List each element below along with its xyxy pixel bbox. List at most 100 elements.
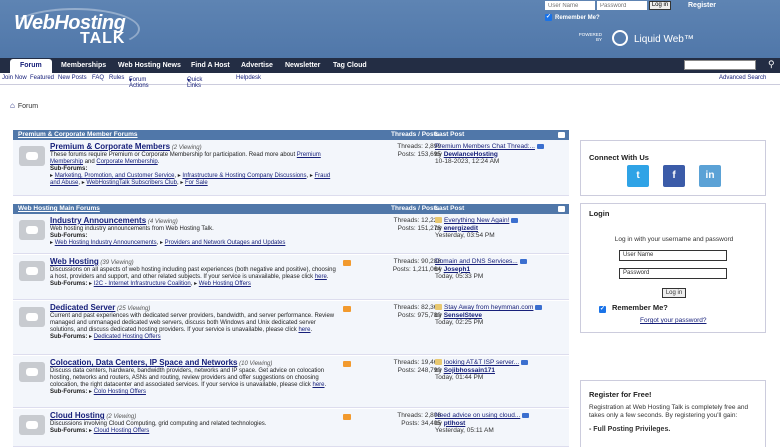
last-post-title[interactable]: Need advice on using cloud...: [435, 412, 520, 419]
go-to-post-icon[interactable]: [522, 412, 530, 418]
forum-row: Premium & Corporate Members (2 Viewing) …: [13, 140, 569, 196]
subnav-rules[interactable]: Rules: [109, 75, 124, 81]
rss-icon[interactable]: [343, 361, 351, 367]
sidebar-remember-me[interactable]: ✓ Remember Me?: [599, 303, 668, 313]
facebook-icon[interactable]: f: [663, 165, 685, 187]
header-remember-me[interactable]: ✓ Remember Me?: [545, 14, 600, 21]
sidebar-password-input[interactable]: Password: [619, 268, 727, 279]
checkbox-checked-icon[interactable]: ✓: [599, 306, 606, 313]
nav-search-input[interactable]: [684, 60, 756, 70]
thread-count: Threads: 90,288: [393, 258, 441, 265]
advanced-search-link[interactable]: Advanced Search: [719, 75, 766, 81]
sidebar-login-button[interactable]: Log in: [662, 288, 686, 298]
thread-emoji-icon: [435, 304, 442, 311]
twitter-icon[interactable]: t: [627, 165, 649, 187]
breadcrumb-forum[interactable]: Forum: [18, 103, 38, 110]
subforum-link[interactable]: For Sale: [185, 180, 208, 186]
logo-text-bottom: TALK: [80, 30, 126, 47]
forum-name[interactable]: Web Hosting: [50, 257, 99, 266]
nav-web-hosting-news[interactable]: Web Hosting News: [118, 58, 181, 73]
go-to-post-icon[interactable]: [536, 143, 544, 149]
last-post-user[interactable]: DewlanceHosting: [444, 151, 498, 158]
header-username-input[interactable]: [545, 1, 595, 10]
go-to-post-icon[interactable]: [511, 217, 519, 223]
last-post-user[interactable]: energizedit: [444, 225, 478, 232]
last-post-title[interactable]: Stay Away from heymman.com: [444, 304, 533, 311]
header-password-input[interactable]: [597, 1, 647, 10]
last-post-by: by: [435, 224, 442, 232]
go-to-post-icon[interactable]: [535, 304, 543, 310]
header-login-button[interactable]: Log in: [649, 1, 671, 10]
subnav-faq[interactable]: FAQ: [92, 75, 104, 81]
chevron-down-icon: ▾: [187, 78, 191, 84]
last-post-title[interactable]: looking AT&T ISP server...: [444, 359, 519, 366]
go-to-post-icon[interactable]: [521, 359, 529, 365]
register-link[interactable]: Register: [688, 2, 716, 9]
linkedin-icon[interactable]: in: [699, 165, 721, 187]
nav-newsletter[interactable]: Newsletter: [285, 58, 320, 73]
here-link[interactable]: here: [315, 274, 327, 280]
sidebar-username-input[interactable]: User Name: [619, 250, 727, 261]
last-post-title[interactable]: Premium Members Chat Thread:...: [435, 143, 535, 150]
collapse-icon[interactable]: [558, 132, 565, 138]
forum-stats: Threads: 90,288 Posts: 1,211,064: [353, 258, 441, 273]
subforum-link[interactable]: Cloud Hosting Offers: [94, 428, 150, 434]
here-link[interactable]: here: [312, 382, 324, 388]
home-icon[interactable]: ⌂: [10, 101, 15, 110]
go-to-post-icon[interactable]: [519, 258, 527, 264]
last-post-user[interactable]: Joseph1: [444, 266, 470, 273]
forum-name[interactable]: Industry Announcements: [50, 216, 146, 225]
section-title[interactable]: Premium & Corporate Member Forums: [18, 130, 138, 140]
subforum-link[interactable]: WebHostingTalk Subscribers Club: [86, 180, 177, 186]
subnav-helpdesk[interactable]: Helpdesk: [236, 75, 261, 81]
nav-forum[interactable]: Forum: [10, 59, 52, 73]
subforum-link[interactable]: Providers and Network Outages and Update…: [165, 240, 286, 246]
forum-name[interactable]: Colocation, Data Centers, IP Space and N…: [50, 358, 237, 367]
here-link[interactable]: here: [298, 327, 310, 333]
last-post: looking AT&T ISP server... by Sojibhossa…: [435, 359, 565, 382]
forum-row: Cloud Hosting (2 Viewing) Discussions in…: [13, 409, 569, 447]
col-threads-posts: Threads / Posts: [391, 205, 440, 212]
powered-by-label: POWERED BY: [578, 32, 602, 42]
subnav-new-posts[interactable]: New Posts: [58, 75, 87, 81]
subnav-join-now[interactable]: Join Now: [2, 75, 27, 81]
subforum-link[interactable]: Web Hosting Offers: [199, 281, 251, 287]
forgot-password-link[interactable]: Forgot your password?: [640, 317, 706, 324]
last-post: Everything New Again! by energizedit Yes…: [435, 217, 565, 240]
nav-memberships[interactable]: Memberships: [61, 58, 106, 73]
site-logo[interactable]: WebHosting TALK: [10, 8, 140, 50]
checkbox-checked-icon[interactable]: ✓: [545, 14, 552, 21]
section-title[interactable]: Web Hosting Main Forums: [18, 204, 100, 214]
subforum-link[interactable]: Web Hosting Industry Announcements: [55, 240, 157, 246]
subforum-link[interactable]: Infrastructure & Hosting Company Discuss…: [182, 173, 306, 179]
corporate-membership-link[interactable]: Corporate Membership: [96, 159, 157, 165]
forum-desc-text: Discuss data centers, hardware, bandwidt…: [50, 368, 325, 388]
last-post-user[interactable]: ptlhost: [444, 420, 466, 427]
search-icon[interactable]: ⚲: [768, 59, 775, 70]
last-post-user[interactable]: SenselSteve: [444, 312, 482, 319]
liquid-web-logo-icon: [612, 30, 628, 46]
subforum-link[interactable]: Dedicated Hosting Offers: [94, 334, 161, 340]
subforum-link[interactable]: Colo Hosting Offers: [94, 389, 146, 395]
rss-icon[interactable]: [343, 260, 351, 266]
sponsor-name[interactable]: Liquid Web™: [634, 34, 694, 45]
subforum-link[interactable]: I2C - Internet Infrastructure Coalition: [94, 281, 191, 287]
subforum-link[interactable]: Marketing, Promotion, and Customer Servi…: [55, 173, 175, 179]
forum-name[interactable]: Cloud Hosting: [50, 411, 105, 420]
last-post-title[interactable]: Domain and DNS Services...: [435, 258, 518, 265]
forum-name[interactable]: Premium & Corporate Members: [50, 142, 170, 151]
rss-icon[interactable]: [343, 414, 351, 420]
viewing-count: (2 Viewing): [106, 414, 137, 420]
last-post-title[interactable]: Everything New Again!: [444, 217, 509, 224]
forum-name[interactable]: Dedicated Server: [50, 303, 115, 312]
forum-row: Dedicated Server (25 Viewing) Current an…: [13, 301, 569, 355]
nav-find-a-host[interactable]: Find A Host: [191, 58, 230, 73]
register-title: Register for Free!: [589, 390, 652, 399]
collapse-icon[interactable]: [558, 206, 565, 212]
nav-tag-cloud[interactable]: Tag Cloud: [333, 58, 367, 73]
nav-advertise[interactable]: Advertise: [241, 58, 273, 73]
subnav-featured[interactable]: Featured: [30, 75, 54, 81]
last-post-user[interactable]: Sojibhossain171: [444, 367, 495, 374]
rss-icon[interactable]: [343, 306, 351, 312]
forum-stats: Threads: 12,226 Posts: 151,278: [353, 217, 441, 232]
